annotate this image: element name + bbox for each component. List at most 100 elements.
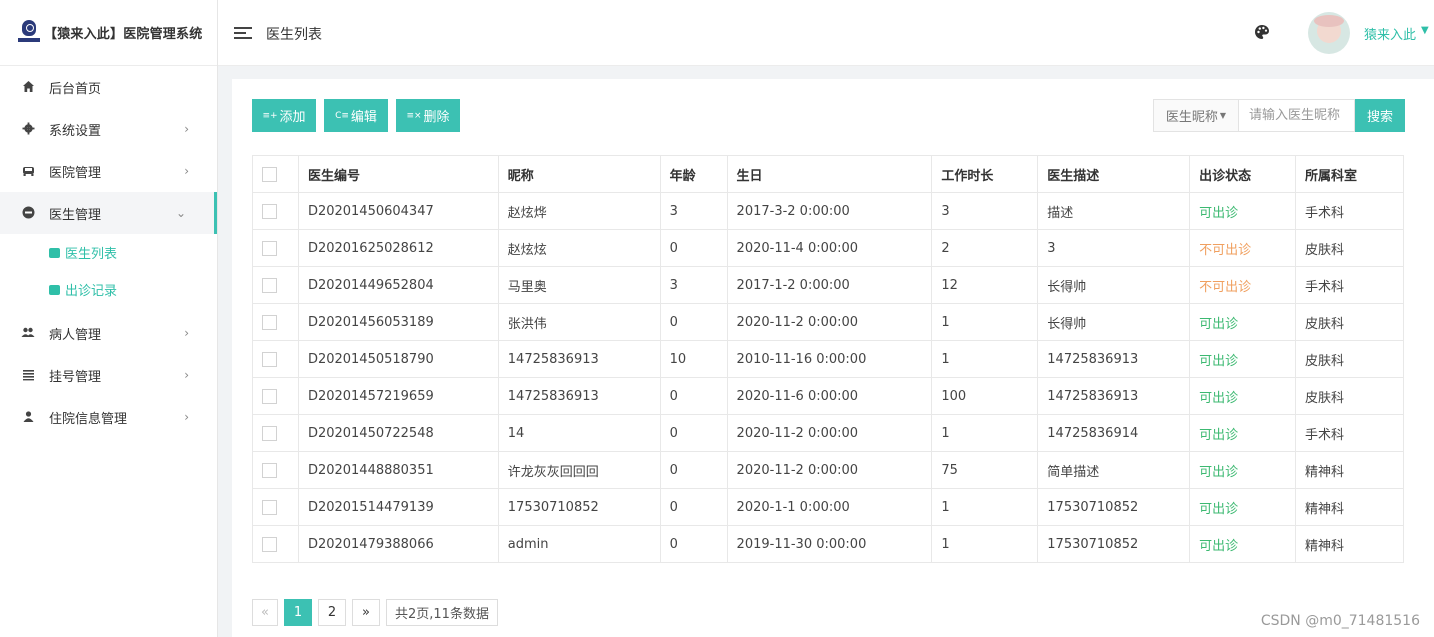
row-checkbox[interactable] xyxy=(262,536,277,552)
table-row[interactable]: D20201450604347 赵炫烨 3 2017-3-2 0:00:00 3 描述 可出… xyxy=(252,192,1404,230)
row-checkbox[interactable] xyxy=(262,351,277,367)
sidebar-item-home[interactable]: 后台首页 xyxy=(0,66,217,108)
page-button-1[interactable]: 1 xyxy=(284,599,312,626)
table-cell: 马里奥 xyxy=(497,266,661,304)
row-checkbox[interactable] xyxy=(262,425,277,441)
column-header[interactable]: 医生编号 xyxy=(297,155,499,193)
home-icon xyxy=(21,80,35,94)
table-cell: D20201450604347 xyxy=(297,192,499,230)
column-header[interactable]: 昵称 xyxy=(497,155,661,193)
table-cell: 14725836913 xyxy=(1037,377,1191,415)
table-cell: 赵炫烨 xyxy=(497,192,661,230)
status-badge: 不可出诊 xyxy=(1189,266,1297,304)
table-cell: 14725836913 xyxy=(497,377,661,415)
row-select-cell xyxy=(252,229,299,267)
column-header[interactable]: 出诊状态 xyxy=(1189,155,1297,193)
table-row[interactable]: D20201450518790 14725836913 10 2010-11-16 0… xyxy=(252,340,1404,378)
search-button[interactable]: 搜索 xyxy=(1355,99,1405,132)
table-cell: 0 xyxy=(659,377,728,415)
caret-down-icon[interactable]: ▼ xyxy=(1421,25,1429,36)
table-row[interactable]: D20201456053189 张洪伟 0 2020-11-2 0:00:00 1 长得帅… xyxy=(252,303,1404,341)
table-cell: 长得帅 xyxy=(1037,303,1191,341)
row-checkbox[interactable] xyxy=(262,499,277,515)
next-page-button[interactable]: » xyxy=(352,599,380,626)
table-cell: 皮肤科 xyxy=(1295,229,1404,267)
table-row[interactable]: D20201448880351 许龙灰灰回回回 0 2020-11-2 0:00:00… xyxy=(252,451,1404,489)
row-select-cell xyxy=(252,414,299,452)
table-body: D20201450604347 赵炫烨 3 2017-3-2 0:00:00 3 描述 可出… xyxy=(252,192,1404,563)
column-header[interactable]: 所属科室 xyxy=(1295,155,1404,193)
sidebar-item-settings[interactable]: 系统设置 › xyxy=(0,108,217,150)
edit-button[interactable]: C≡ 编辑 xyxy=(324,99,388,132)
delete-icon: ≡× xyxy=(406,110,422,121)
table-cell: 17530710852 xyxy=(497,488,661,526)
sidebar-item-label: 住院信息管理 xyxy=(49,411,128,427)
search-input[interactable] xyxy=(1238,99,1355,132)
prev-page-button[interactable]: « xyxy=(252,599,278,626)
table-cell: 1 xyxy=(931,488,1039,526)
column-header[interactable]: 医生描述 xyxy=(1037,155,1191,193)
column-header[interactable]: 生日 xyxy=(726,155,933,193)
table-cell: 2020-11-2 0:00:00 xyxy=(726,414,933,452)
page-button-2[interactable]: 2 xyxy=(318,599,346,626)
delete-button[interactable]: ≡× 删除 xyxy=(396,99,460,132)
table-row[interactable]: D20201450722548 14 0 2020-11-2 0:00:00 1 1472… xyxy=(252,414,1404,452)
table-row[interactable]: D20201449652804 马里奥 3 2017-1-2 0:00:00 12 长得帅… xyxy=(252,266,1404,304)
chevron-right-icon: › xyxy=(184,368,189,382)
table-cell: D20201479388066 xyxy=(297,525,499,563)
table-cell: D20201450518790 xyxy=(297,340,499,378)
sidebar-item-label: 医生管理 xyxy=(49,207,102,223)
table-cell: 皮肤科 xyxy=(1295,340,1404,378)
sidebar-item-label: 挂号管理 xyxy=(49,369,102,385)
row-checkbox[interactable] xyxy=(262,277,277,293)
table-cell: 2017-1-2 0:00:00 xyxy=(726,266,933,304)
table-cell: 2010-11-16 0:00:00 xyxy=(726,340,933,378)
menu-toggle-icon[interactable] xyxy=(234,27,252,39)
row-checkbox[interactable] xyxy=(262,388,277,404)
table-cell: 赵炫炫 xyxy=(497,229,661,267)
row-checkbox[interactable] xyxy=(262,314,277,330)
table-row[interactable]: D20201514479139 17530710852 0 2020-1-1 0:00… xyxy=(252,488,1404,526)
submenu-item-label: 医生列表 xyxy=(65,247,118,262)
table-row[interactable]: D20201479388066 admin 0 2019-11-30 0:00:00 1… xyxy=(252,525,1404,563)
submenu-item-visit-records[interactable]: 出诊记录 xyxy=(0,271,217,308)
table-cell: D20201457219659 xyxy=(297,377,499,415)
users-icon xyxy=(21,326,35,340)
table-cell: 3 xyxy=(659,192,728,230)
table-row[interactable]: D20201457219659 14725836913 0 2020-11-6 0:0… xyxy=(252,377,1404,415)
submenu-item-doctor-list[interactable]: 医生列表 xyxy=(0,234,217,271)
sidebar-item-inpatient[interactable]: 住院信息管理 › xyxy=(0,396,217,438)
chevron-down-icon: ⌄ xyxy=(175,206,186,220)
sidebar-item-doctors[interactable]: 医生管理 ⌄ xyxy=(0,192,217,234)
row-select-cell xyxy=(252,192,299,230)
status-badge: 可出诊 xyxy=(1189,303,1297,341)
select-all-cell xyxy=(252,155,299,193)
user-menu[interactable]: 猿来入此 xyxy=(1364,24,1416,43)
avatar[interactable] xyxy=(1308,12,1350,54)
row-checkbox[interactable] xyxy=(262,203,277,219)
row-select-cell xyxy=(252,525,299,563)
palette-icon[interactable] xyxy=(1254,24,1270,40)
table-cell: 长得帅 xyxy=(1037,266,1191,304)
table-cell: 2020-11-4 0:00:00 xyxy=(726,229,933,267)
sidebar-item-hospital[interactable]: 医院管理 › xyxy=(0,150,217,192)
add-button[interactable]: ≡+ 添加 xyxy=(252,99,316,132)
table-cell: 手术科 xyxy=(1295,192,1404,230)
table-cell: 简单描述 xyxy=(1037,451,1191,489)
table-cell: 皮肤科 xyxy=(1295,303,1404,341)
table-cell: D20201514479139 xyxy=(297,488,499,526)
row-select-cell xyxy=(252,451,299,489)
column-header[interactable]: 年龄 xyxy=(659,155,728,193)
sidebar-item-registration[interactable]: 挂号管理 › xyxy=(0,354,217,396)
table-cell: 1 xyxy=(931,303,1039,341)
select-all-checkbox[interactable] xyxy=(262,166,277,182)
table-cell: 2020-1-1 0:00:00 xyxy=(726,488,933,526)
row-checkbox[interactable] xyxy=(262,240,277,256)
table-row[interactable]: D20201625028612 赵炫炫 0 2020-11-4 0:00:00 2 3 不可… xyxy=(252,229,1404,267)
column-header[interactable]: 工作时长 xyxy=(931,155,1039,193)
app-title: 【猿来入此】医院管理系统 xyxy=(44,27,203,42)
row-checkbox[interactable] xyxy=(262,462,277,478)
search-field-select[interactable]: 医生昵称 ▼ xyxy=(1153,99,1238,132)
table-cell: 皮肤科 xyxy=(1295,377,1404,415)
sidebar-item-patients[interactable]: 病人管理 › xyxy=(0,312,217,354)
